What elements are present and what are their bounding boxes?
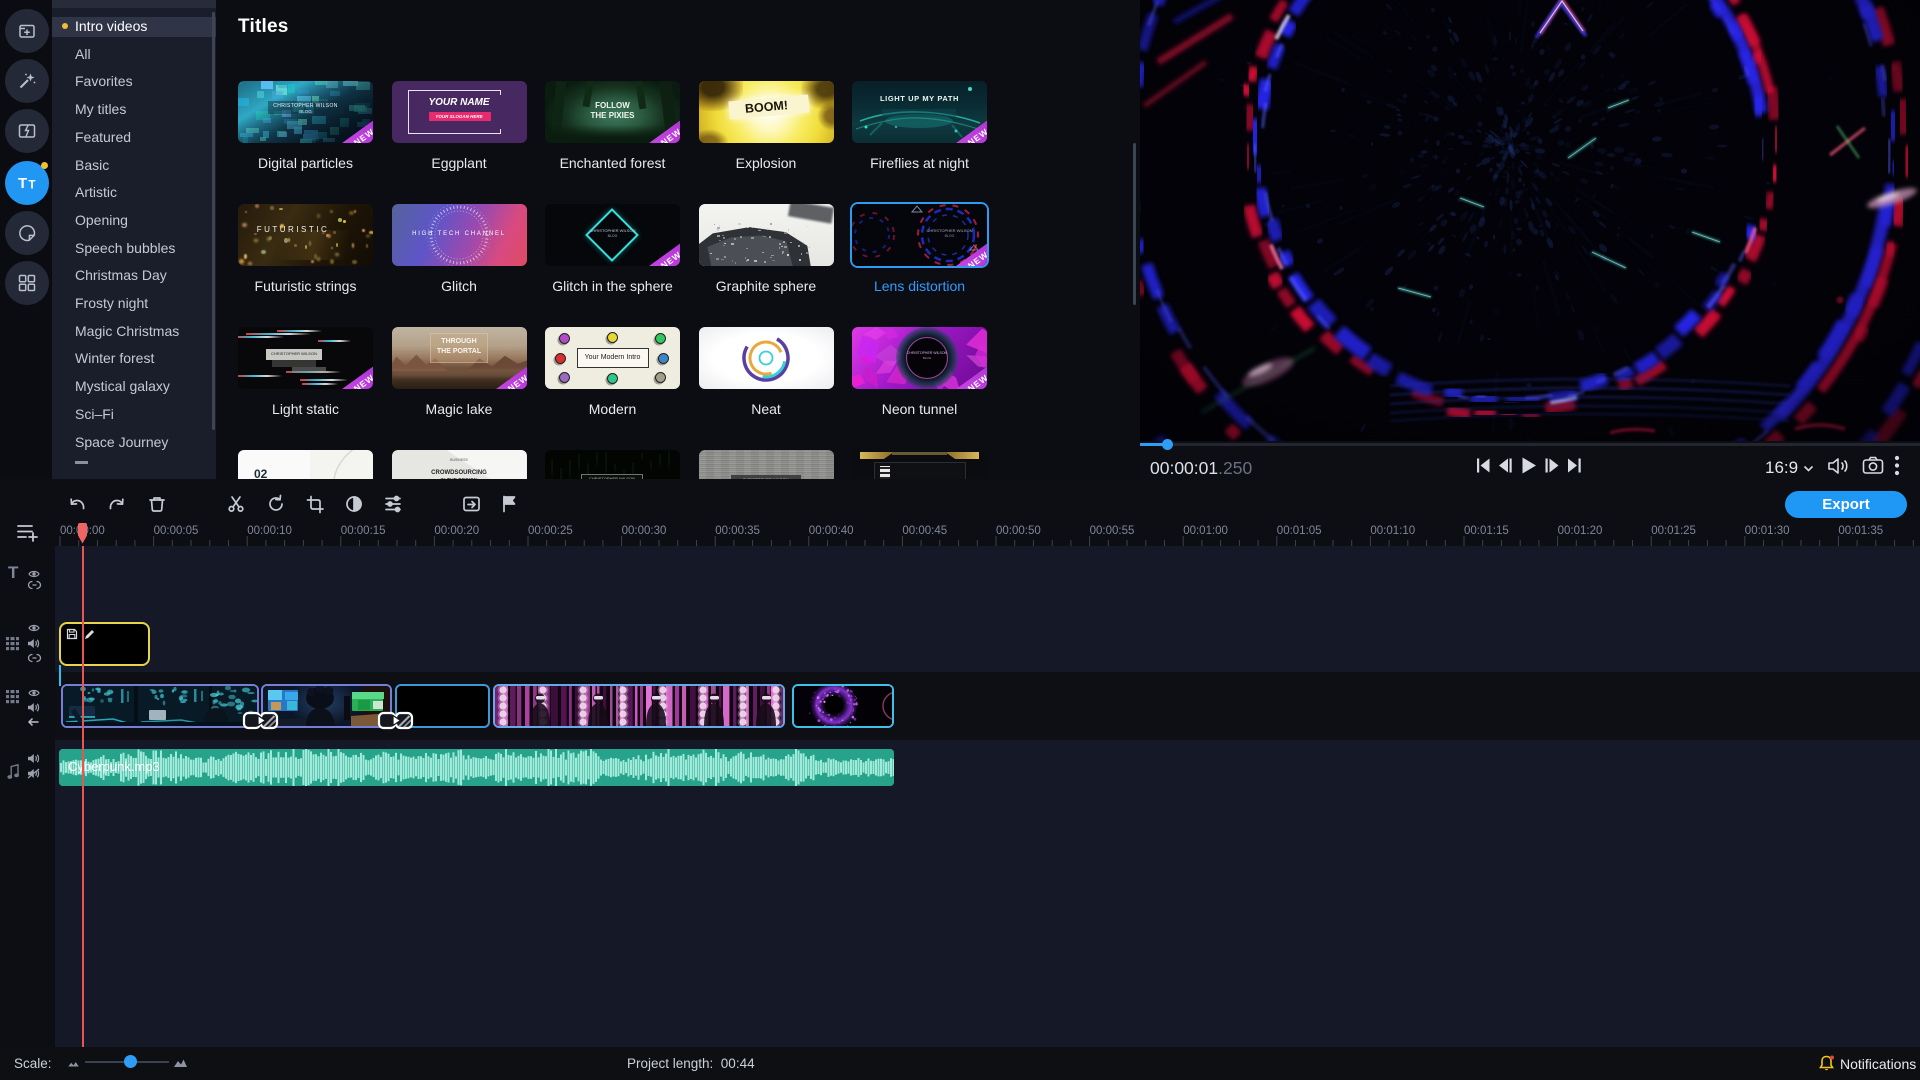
svg-text:T: T: [29, 180, 36, 192]
svg-text:T: T: [18, 175, 27, 192]
